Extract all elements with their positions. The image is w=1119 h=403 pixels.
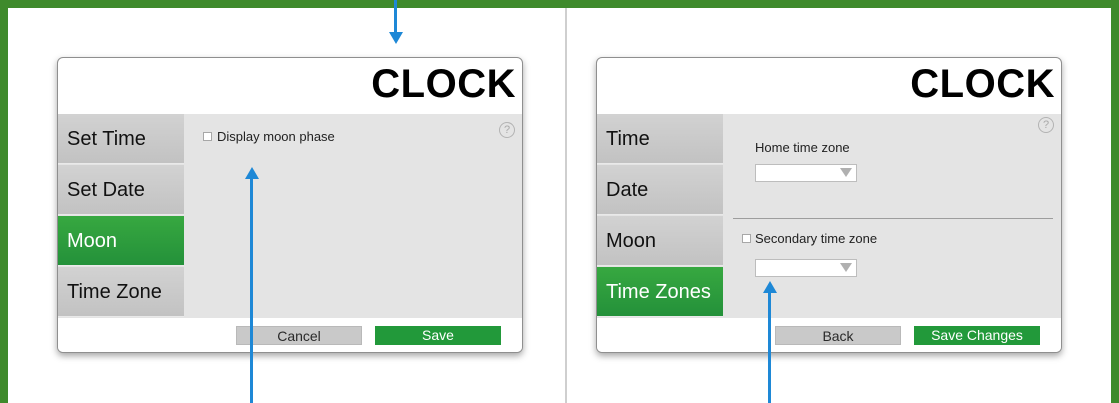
help-icon[interactable]: ? [499, 122, 515, 138]
top-arrow-line [394, 0, 397, 34]
nav-item-set-time[interactable]: Set Time [58, 114, 184, 164]
moon-phase-checkbox[interactable] [203, 132, 212, 141]
center-divider [565, 8, 567, 403]
nav-item-moon[interactable]: Moon [597, 216, 723, 266]
left-clock-window: CLOCK Set Time Set Date Moon Time Zone D… [57, 57, 523, 353]
content-area: Time Date Moon Time Zones ? Home time zo… [597, 114, 1061, 318]
section-divider [733, 218, 1053, 219]
top-arrow-head-icon [389, 32, 403, 44]
dropdown-caret-icon [840, 263, 852, 272]
window-footer: Back Save Changes [597, 318, 1061, 352]
right-arrow-head-icon [763, 281, 777, 293]
window-footer: Cancel Save [58, 318, 522, 352]
right-clock-window: CLOCK Time Date Moon Time Zones ? Home t… [596, 57, 1062, 353]
back-button[interactable]: Back [775, 326, 901, 345]
save-button[interactable]: Save [375, 326, 501, 345]
save-changes-button[interactable]: Save Changes [914, 326, 1040, 345]
secondary-time-zone-label: Secondary time zone [755, 231, 878, 246]
moon-phase-label: Display moon phase [217, 129, 335, 144]
nav-item-set-date[interactable]: Set Date [58, 165, 184, 215]
secondary-time-zone-select[interactable] [755, 259, 857, 277]
dropdown-caret-icon [840, 168, 852, 177]
home-time-zone-label: Home time zone [755, 140, 850, 155]
left-arrow-head-icon [245, 167, 259, 179]
right-arrow-line [768, 292, 771, 403]
content-area: Set Time Set Date Moon Time Zone Display… [58, 114, 522, 318]
nav-item-moon[interactable]: Moon [58, 216, 184, 266]
home-time-zone-select[interactable] [755, 164, 857, 182]
help-icon[interactable]: ? [1038, 117, 1054, 133]
nav-item-time-zone[interactable]: Time Zone [58, 267, 184, 317]
nav-item-date[interactable]: Date [597, 165, 723, 215]
left-arrow-line [250, 178, 253, 403]
window-title: CLOCK [371, 62, 516, 106]
secondary-time-zone-checkbox[interactable] [742, 234, 751, 243]
cancel-button[interactable]: Cancel [236, 326, 362, 345]
nav-item-time[interactable]: Time [597, 114, 723, 164]
window-title: CLOCK [910, 62, 1055, 106]
nav-item-time-zones[interactable]: Time Zones [597, 267, 723, 317]
